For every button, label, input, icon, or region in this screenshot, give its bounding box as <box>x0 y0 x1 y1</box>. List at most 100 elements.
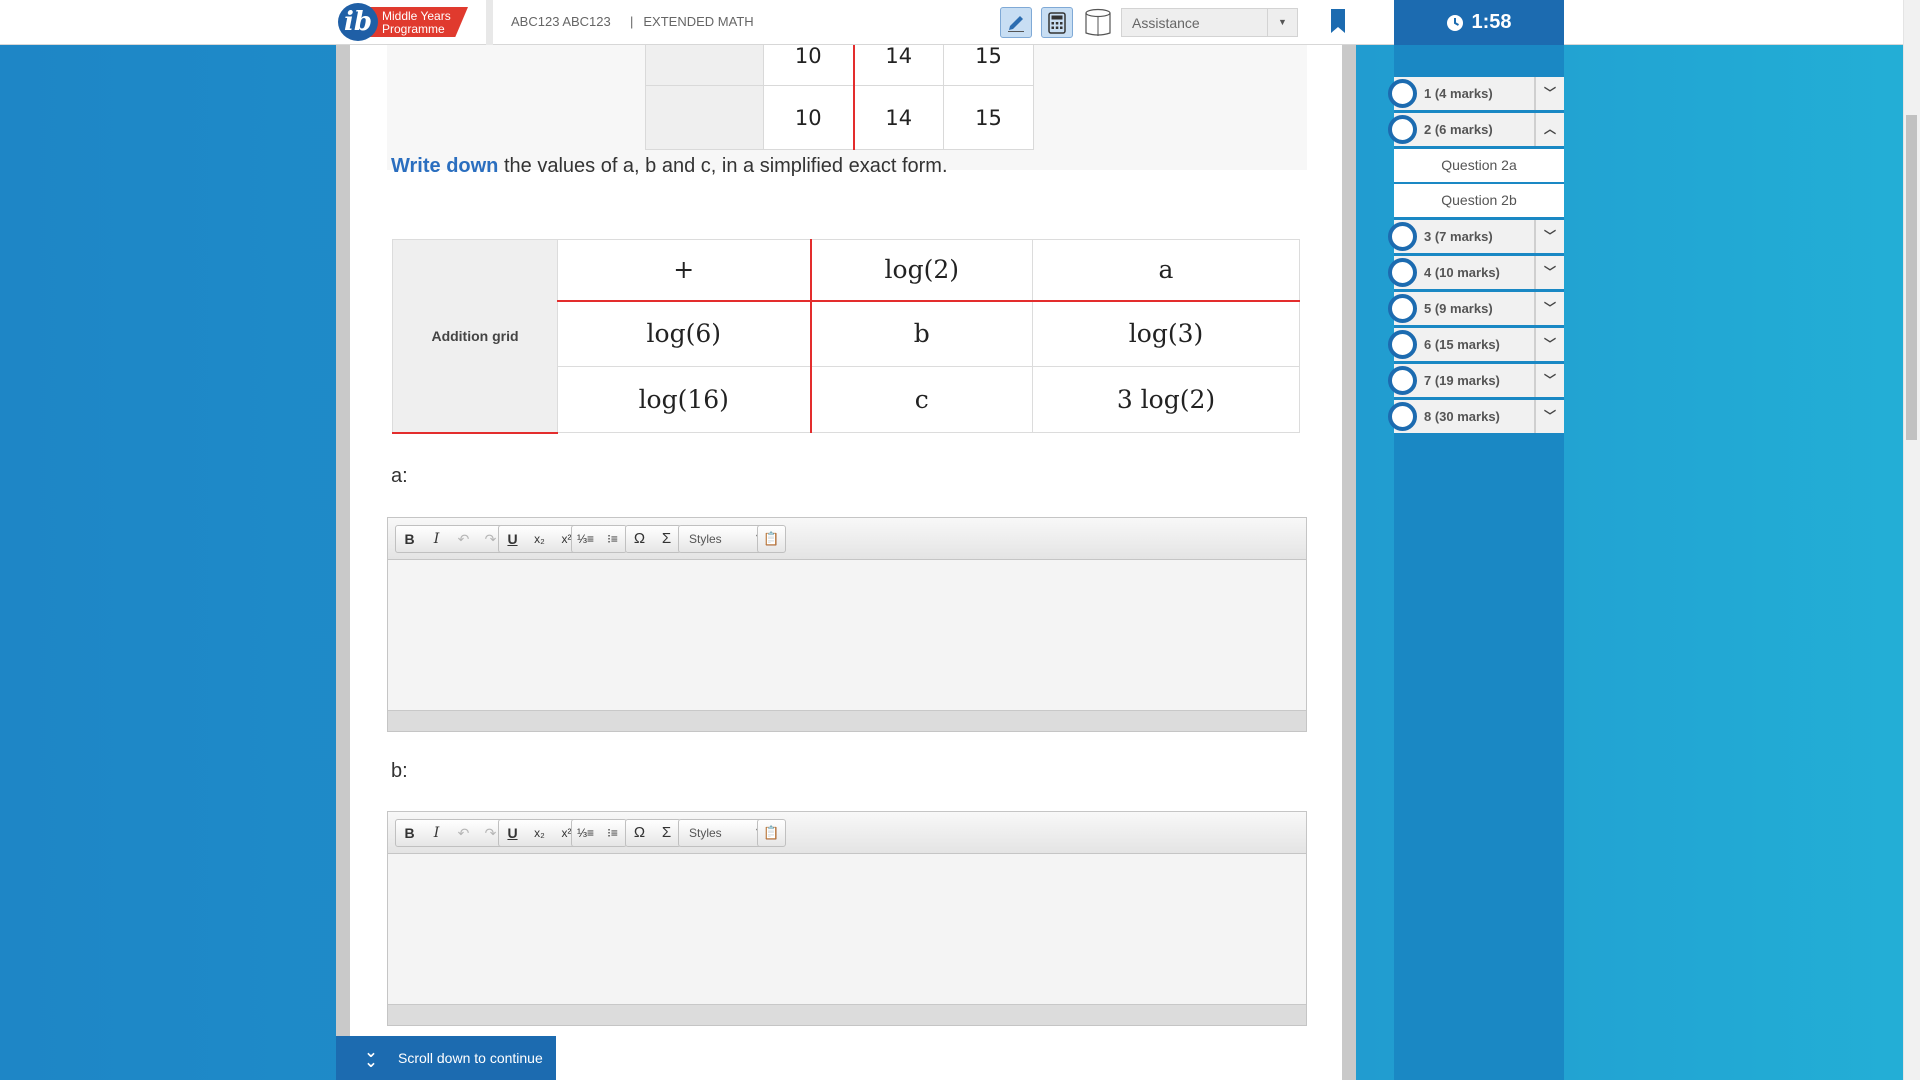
scrollbar-thumb[interactable] <box>1906 115 1917 440</box>
paste-from-word-button[interactable]: 📋 <box>758 820 785 846</box>
chevron-down-icon[interactable]: ﹀ <box>1534 256 1564 289</box>
top-bar: Middle Years Programme ib ABC123 ABC123 … <box>0 0 1920 45</box>
italic-button[interactable]: I <box>423 820 450 846</box>
calculator-icon <box>1048 11 1066 34</box>
nav-question-label: 6 (15 marks) <box>1424 337 1500 352</box>
nav-question-label: 7 (19 marks) <box>1424 373 1500 388</box>
previous-grid: 10 14 15 10 14 15 <box>645 45 1034 150</box>
grid-label: Addition grid <box>392 239 558 434</box>
status-circle-icon <box>1388 222 1417 251</box>
paste-from-word-button[interactable]: 📋 <box>758 526 785 552</box>
nav-question-5[interactable]: 5 (9 marks) ﹀ <box>1388 292 1564 325</box>
script-group: U x₂ x² <box>498 525 581 553</box>
myp-logo: Middle Years Programme ib <box>338 3 468 41</box>
question-prompt: Write down the values of a, b and c, in … <box>391 155 948 178</box>
paste-group: 📋 <box>757 525 786 553</box>
nav-question-8[interactable]: 8 (30 marks) ﹀ <box>1388 400 1564 433</box>
nav-question-label: 5 (9 marks) <box>1424 301 1493 316</box>
chevron-up-icon[interactable]: ︿ <box>1534 113 1564 146</box>
status-circle-icon <box>1388 330 1417 359</box>
answer-a-label: a: <box>391 465 408 487</box>
bold-button[interactable]: B <box>396 820 423 846</box>
nav-question-1[interactable]: 1 (4 marks) ﹀ <box>1388 77 1564 110</box>
list-group: ⅓≡ ⁝≡ <box>571 525 627 553</box>
math-symbol-button[interactable]: Σ <box>653 526 680 552</box>
double-chevron-down-icon: ⌄ ⌄ <box>364 1044 378 1071</box>
editor-footer <box>388 710 1306 731</box>
bullet-list-button[interactable]: ⁝≡ <box>599 526 626 552</box>
bold-button[interactable]: B <box>396 526 423 552</box>
candidate-name: ABC123 ABC123 <box>511 14 611 29</box>
nav-question-label: 3 (7 marks) <box>1424 229 1493 244</box>
chevron-down-icon[interactable]: ﹀ <box>1534 292 1564 325</box>
styles-label: Styles <box>679 826 767 840</box>
undo-button[interactable]: ↶ <box>450 526 477 552</box>
logo-ib-mark: ib <box>338 3 378 41</box>
format-group: B I ↶ ↷ <box>395 819 505 847</box>
chevron-down-icon: ▼ <box>1267 9 1297 36</box>
previous-grid-area: 10 14 15 10 14 15 <box>387 45 1307 170</box>
bookmark-icon[interactable] <box>1330 9 1346 34</box>
previous-grid-cell: 14 <box>853 45 944 86</box>
script-group: U x₂ x² <box>498 819 581 847</box>
special-character-button[interactable]: Ω <box>626 820 653 846</box>
chevron-down-icon[interactable]: ﹀ <box>1534 364 1564 397</box>
answer-a-editor: B I ↶ ↷ U x₂ x² ⅓≡ ⁝≡ Ω Σ Styles � <box>387 517 1307 732</box>
paste-group: 📋 <box>757 819 786 847</box>
question-content: 10 14 15 10 14 15 Write down the values … <box>350 45 1342 1080</box>
assistance-dropdown[interactable]: Assistance ▼ <box>1121 8 1298 37</box>
prompt-text: the values of a, b and c, in a simplifie… <box>503 155 948 177</box>
nav-subquestion-2a[interactable]: Question 2a <box>1394 149 1564 182</box>
grid-cell: + <box>557 239 812 302</box>
status-circle-icon <box>1388 79 1417 108</box>
resources-button[interactable] <box>1082 7 1114 38</box>
nav-question-2[interactable]: 2 (6 marks) ︿ <box>1388 113 1564 146</box>
command-term: Write down <box>391 155 499 177</box>
numbered-list-button[interactable]: ⅓≡ <box>572 526 599 552</box>
subscript-button[interactable]: x₂ <box>526 820 553 846</box>
calculator-button[interactable] <box>1041 7 1073 38</box>
chevron-down-icon[interactable]: ﹀ <box>1534 77 1564 110</box>
subject-separator: | <box>630 14 634 29</box>
status-circle-icon <box>1388 366 1417 395</box>
italic-button[interactable]: I <box>423 526 450 552</box>
grid-cell: log(3) <box>1032 300 1300 367</box>
subscript-button[interactable]: x₂ <box>526 526 553 552</box>
styles-dropdown[interactable]: Styles <box>678 819 768 847</box>
status-circle-icon <box>1388 294 1417 323</box>
previous-grid-cell: 10 <box>763 85 855 150</box>
undo-button[interactable]: ↶ <box>450 820 477 846</box>
special-character-button[interactable]: Ω <box>626 526 653 552</box>
underline-button[interactable]: U <box>499 820 526 846</box>
scroll-down-button[interactable]: ⌄ ⌄ Scroll down to continue <box>336 1036 556 1080</box>
pen-tool-button[interactable] <box>1000 7 1032 38</box>
answer-a-input[interactable] <box>388 560 1306 710</box>
logo-line-2: Programme <box>382 22 445 36</box>
nav-subquestion-2b[interactable]: Question 2b <box>1394 184 1564 217</box>
status-circle-icon <box>1388 258 1417 287</box>
scroll-down-label: Scroll down to continue <box>398 1050 543 1066</box>
clock-icon <box>1447 14 1464 31</box>
nav-question-label: 8 (30 marks) <box>1424 409 1500 424</box>
nav-question-3[interactable]: 3 (7 marks) ﹀ <box>1388 220 1564 253</box>
chevron-down-icon[interactable]: ﹀ <box>1534 220 1564 253</box>
bullet-list-button[interactable]: ⁝≡ <box>599 820 626 846</box>
math-symbol-button[interactable]: Σ <box>653 820 680 846</box>
previous-grid-cell: 15 <box>943 85 1034 150</box>
underline-button[interactable]: U <box>499 526 526 552</box>
nav-question-label: 4 (10 marks) <box>1424 265 1500 280</box>
numbered-list-button[interactable]: ⅓≡ <box>572 820 599 846</box>
answer-b-input[interactable] <box>388 854 1306 1004</box>
nav-question-4[interactable]: 4 (10 marks) ﹀ <box>1388 256 1564 289</box>
resource-book-icon <box>1085 8 1111 36</box>
nav-question-7[interactable]: 7 (19 marks) ﹀ <box>1388 364 1564 397</box>
grid-cell: c <box>810 366 1033 433</box>
nav-question-6[interactable]: 6 (15 marks) ﹀ <box>1388 328 1564 361</box>
previous-grid-cell: 15 <box>943 45 1034 86</box>
subject-name: EXTENDED MATH <box>643 14 754 29</box>
styles-dropdown[interactable]: Styles <box>678 525 768 553</box>
assistance-label: Assistance <box>1132 15 1200 31</box>
addition-grid: Addition grid + log(2) a log(6) b log(3)… <box>392 239 1300 434</box>
chevron-down-icon[interactable]: ﹀ <box>1534 400 1564 433</box>
chevron-down-icon[interactable]: ﹀ <box>1534 328 1564 361</box>
